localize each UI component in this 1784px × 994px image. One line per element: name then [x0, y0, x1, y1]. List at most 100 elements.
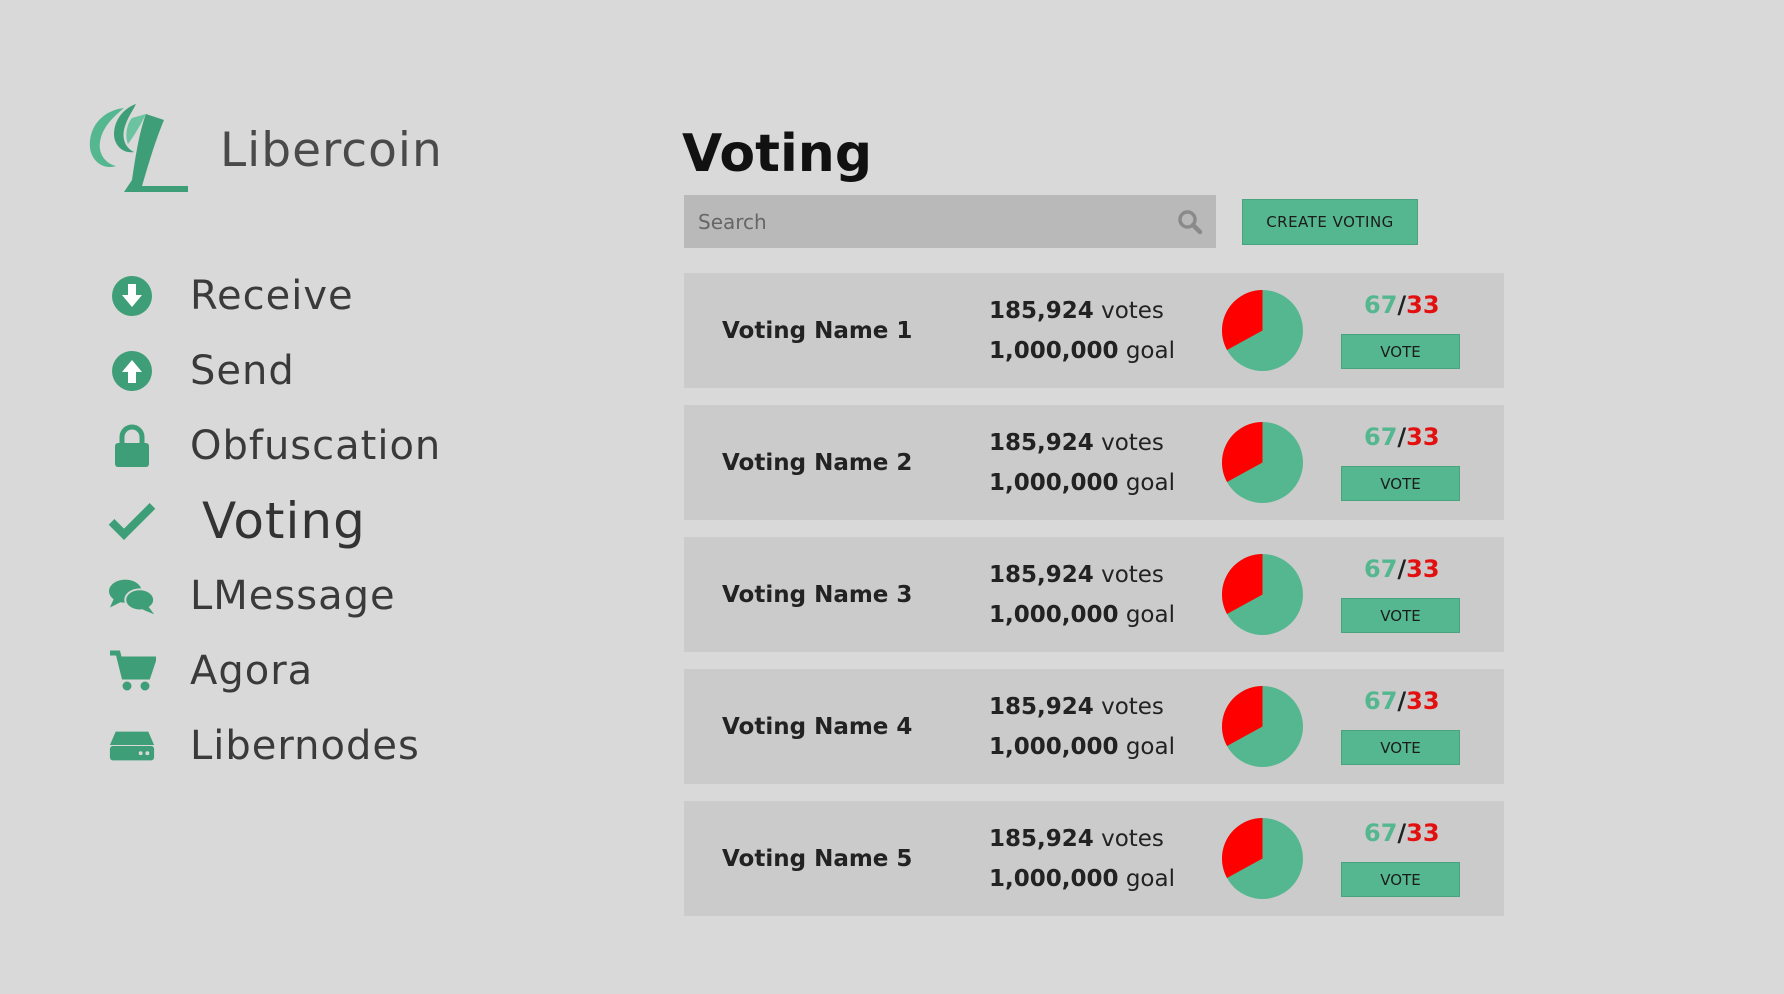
brand: Libercoin [84, 100, 443, 200]
goal-count: 1,000,000 [989, 733, 1119, 760]
vote-button[interactable]: VOTE [1341, 730, 1460, 765]
libercoin-logo-icon [89, 104, 188, 192]
votes-unit: votes [1101, 429, 1164, 456]
download-circle-icon [108, 272, 156, 320]
votes-line: 185,924 votes [989, 819, 1175, 859]
votes-count: 185,924 [989, 297, 1094, 324]
voting-row: Voting Name 2 185,924 votes 1,000,000 go… [684, 405, 1504, 520]
votes-line: 185,924 votes [989, 423, 1175, 463]
goal-unit: goal [1125, 865, 1175, 892]
voting-row: Voting Name 1 185,924 votes 1,000,000 go… [684, 273, 1504, 388]
vote-button[interactable]: VOTE [1341, 334, 1460, 369]
vote-ratio: 67/33 [1364, 819, 1440, 847]
votes-unit: votes [1101, 297, 1164, 324]
voting-name: Voting Name 3 [722, 581, 913, 608]
vote-pie-chart [1222, 422, 1303, 503]
goal-count: 1,000,000 [989, 601, 1119, 628]
voting-row: Voting Name 3 185,924 votes 1,000,000 go… [684, 537, 1504, 652]
sidebar-nav: Receive Send Obfuscation Voting LMessage [108, 258, 441, 783]
sidebar-item-label: Libernodes [190, 722, 420, 769]
votes-count: 185,924 [989, 693, 1094, 720]
sidebar-item-lmessage[interactable]: LMessage [108, 558, 441, 633]
votes-unit: votes [1101, 561, 1164, 588]
goal-line: 1,000,000 goal [989, 595, 1175, 635]
yes-percent: 67 [1364, 555, 1398, 583]
ratio-separator: / [1397, 687, 1407, 715]
vote-pie-chart [1222, 290, 1303, 371]
votes-line: 185,924 votes [989, 687, 1175, 727]
lock-icon [108, 422, 156, 470]
search-icon[interactable] [1164, 195, 1216, 248]
yes-percent: 67 [1364, 423, 1398, 451]
votes-unit: votes [1101, 825, 1164, 852]
voting-name: Voting Name 5 [722, 845, 913, 872]
no-percent: 33 [1406, 555, 1440, 583]
vote-ratio: 67/33 [1364, 555, 1440, 583]
vote-pie-chart [1222, 818, 1303, 899]
search-bar [684, 195, 1216, 248]
create-voting-button[interactable]: CREATE VOTING [1242, 199, 1418, 245]
sidebar-item-label: LMessage [190, 572, 396, 619]
goal-line: 1,000,000 goal [989, 331, 1175, 371]
vote-pie-chart [1222, 554, 1303, 635]
goal-unit: goal [1125, 601, 1175, 628]
voting-list: Voting Name 1 185,924 votes 1,000,000 go… [684, 273, 1504, 933]
no-percent: 33 [1406, 291, 1440, 319]
brand-name: Libercoin [220, 122, 443, 178]
sidebar-item-agora[interactable]: Agora [108, 633, 441, 708]
sidebar-item-label: Agora [190, 647, 314, 694]
vote-ratio: 67/33 [1364, 423, 1440, 451]
yes-percent: 67 [1364, 687, 1398, 715]
sidebar-item-label: Obfuscation [190, 422, 442, 469]
voting-stats: 185,924 votes 1,000,000 goal [989, 291, 1175, 371]
search-input[interactable] [698, 209, 1164, 234]
page-title: Voting [682, 124, 873, 184]
no-percent: 33 [1406, 687, 1440, 715]
goal-count: 1,000,000 [989, 337, 1119, 364]
goal-line: 1,000,000 goal [989, 727, 1175, 767]
vote-button[interactable]: VOTE [1341, 466, 1460, 501]
voting-row: Voting Name 4 185,924 votes 1,000,000 go… [684, 669, 1504, 784]
yes-percent: 67 [1364, 819, 1398, 847]
ratio-separator: / [1397, 291, 1407, 319]
server-drive-icon [108, 722, 156, 770]
vote-button[interactable]: VOTE [1341, 862, 1460, 897]
ratio-separator: / [1397, 423, 1407, 451]
no-percent: 33 [1406, 423, 1440, 451]
votes-line: 185,924 votes [989, 291, 1175, 331]
sidebar-item-receive[interactable]: Receive [108, 258, 441, 333]
vote-ratio: 67/33 [1364, 687, 1440, 715]
goal-unit: goal [1125, 337, 1175, 364]
goal-line: 1,000,000 goal [989, 859, 1175, 899]
vote-button[interactable]: VOTE [1341, 598, 1460, 633]
sidebar-item-label: Receive [190, 272, 354, 319]
voting-name: Voting Name 2 [722, 449, 913, 476]
votes-count: 185,924 [989, 825, 1094, 852]
no-percent: 33 [1406, 819, 1440, 847]
app-window: Libercoin Receive Send Obfuscation Votin… [0, 0, 1784, 994]
votes-count: 185,924 [989, 561, 1094, 588]
sidebar-item-voting[interactable]: Voting [108, 483, 441, 558]
goal-line: 1,000,000 goal [989, 463, 1175, 503]
vote-ratio: 67/33 [1364, 291, 1440, 319]
ratio-separator: / [1397, 819, 1407, 847]
voting-stats: 185,924 votes 1,000,000 goal [989, 555, 1175, 635]
vote-pie-chart [1222, 686, 1303, 767]
voting-stats: 185,924 votes 1,000,000 goal [989, 687, 1175, 767]
goal-unit: goal [1125, 733, 1175, 760]
goal-unit: goal [1125, 469, 1175, 496]
yes-percent: 67 [1364, 291, 1398, 319]
sidebar-item-libernodes[interactable]: Libernodes [108, 708, 441, 783]
chat-bubbles-icon [108, 572, 156, 620]
sidebar-item-obfuscation[interactable]: Obfuscation [108, 408, 441, 483]
votes-count: 185,924 [989, 429, 1094, 456]
voting-row: Voting Name 5 185,924 votes 1,000,000 go… [684, 801, 1504, 916]
goal-count: 1,000,000 [989, 469, 1119, 496]
sidebar-item-label: Voting [202, 491, 366, 550]
check-icon [108, 497, 156, 545]
voting-stats: 185,924 votes 1,000,000 goal [989, 819, 1175, 899]
voting-name: Voting Name 4 [722, 713, 913, 740]
sidebar-item-send[interactable]: Send [108, 333, 441, 408]
votes-line: 185,924 votes [989, 555, 1175, 595]
goal-count: 1,000,000 [989, 865, 1119, 892]
